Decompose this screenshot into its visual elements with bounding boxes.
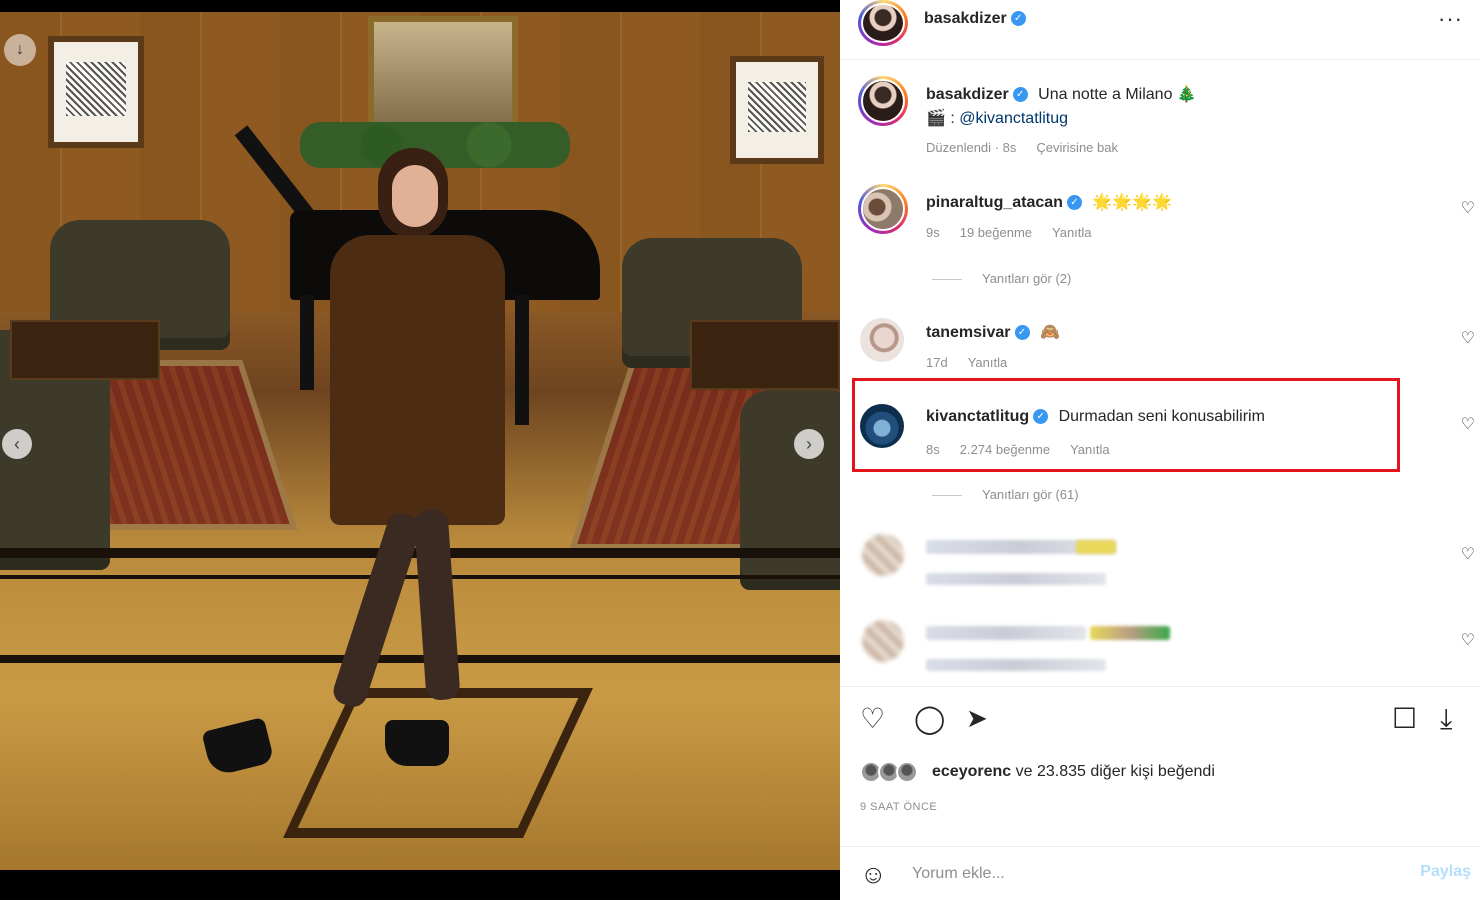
- post-side-panel: basakdizer ✓ ··· basakdizer ✓ Una notte a …: [840, 0, 1481, 900]
- author-avatar[interactable]: [858, 0, 908, 46]
- emoji-icon[interactable]: ☺: [860, 859, 887, 890]
- verified-icon: ✓: [1066, 195, 1082, 211]
- comment-username[interactable]: pinaraltug_atacan: [926, 194, 1063, 211]
- comment-username[interactable]: kivanctatlitug: [926, 408, 1029, 425]
- photo-table-right: [690, 320, 840, 390]
- photo-piano-leg: [515, 295, 529, 425]
- comment-row: tanemsivar ✓ 🙈: [926, 322, 1060, 342]
- comment-like-heart-icon[interactable]: ♡: [1461, 328, 1475, 348]
- reply-button[interactable]: Yanıtla: [1070, 442, 1110, 457]
- next-photo-button[interactable]: ›: [794, 429, 824, 459]
- blurred-meta: [926, 573, 1106, 585]
- post-comment-button[interactable]: Paylaş: [1420, 863, 1471, 881]
- photo-piano-leg: [300, 295, 314, 390]
- reply-button[interactable]: Yanıtla: [1052, 225, 1092, 240]
- avatar: [863, 81, 903, 121]
- caption-username[interactable]: basakdizer: [926, 86, 1009, 103]
- comment-like-heart-icon[interactable]: ♡: [1461, 544, 1475, 564]
- like-heart-icon[interactable]: ♡: [860, 705, 885, 733]
- photo-mirror: [368, 16, 518, 136]
- verified-icon: ✓: [1033, 409, 1049, 425]
- comment-row: pinaraltug_atacan ✓ 🌟🌟🌟🌟: [926, 192, 1172, 212]
- caption-avatar[interactable]: [858, 76, 908, 126]
- comment-meta: 17d Yanıtla: [926, 355, 1027, 370]
- photo-floor-band: [0, 655, 840, 663]
- photo-woman-boot: [201, 716, 275, 778]
- bookmark-icon[interactable]: ☐: [1392, 705, 1417, 733]
- blurred-avatar: [862, 620, 904, 662]
- avatar: [863, 5, 903, 41]
- verified-icon: ✓: [1012, 87, 1028, 103]
- photo-woman-boot: [385, 720, 449, 766]
- comment-avatar[interactable]: [860, 404, 904, 448]
- download-arrow-icon[interactable]: ↓: [4, 34, 36, 66]
- comment-like-heart-icon[interactable]: ♡: [1461, 414, 1475, 434]
- comment-meta: 8s 2.274 beğenme Yanıtla: [926, 442, 1130, 457]
- avatar: [863, 189, 903, 229]
- photo-woman-blazer: [330, 235, 505, 525]
- comment-username[interactable]: tanemsivar: [926, 324, 1011, 341]
- caption-meta: Düzenlendi · 8s Çevirisine bak: [926, 140, 1138, 155]
- photo-woman-face: [392, 165, 438, 227]
- blurred-emoji: [1076, 540, 1116, 554]
- translate-link[interactable]: Çevirisine bak: [1036, 140, 1118, 155]
- comment-avatar[interactable]: [860, 318, 904, 362]
- likes-user[interactable]: eceyorenc: [932, 763, 1011, 780]
- author-name-row: basakdizer ✓: [924, 10, 1026, 28]
- share-send-icon[interactable]: ➤: [966, 705, 988, 731]
- photo-frame-left: [48, 36, 144, 148]
- blurred-avatar: [862, 534, 904, 576]
- comment-row: kivanctatlitug ✓ Durmadan seni konusabili…: [926, 408, 1265, 426]
- caption-text: Una notte a Milano 🎄: [1038, 86, 1197, 103]
- likes-summary[interactable]: eceyorenc ve 23.835 diğer kişi beğendi: [932, 763, 1215, 781]
- post-header: basakdizer ✓ ···: [840, 0, 1481, 60]
- verified-icon: ✓: [1014, 325, 1030, 341]
- comment-text: Durmadan seni konusabilirim: [1058, 408, 1265, 425]
- blurred-comment: [926, 626, 1086, 640]
- photo-frame-right: [730, 56, 824, 164]
- liker-avatar: [896, 761, 918, 783]
- comment-input[interactable]: [912, 861, 1392, 887]
- comment-likes[interactable]: 19 beğenme: [960, 225, 1032, 240]
- download-icon[interactable]: ⤓: [1440, 705, 1452, 733]
- photo-woman-leg: [413, 509, 461, 701]
- add-comment-bar: ☺ Paylaş: [840, 846, 1481, 900]
- verified-icon: ✓: [1010, 11, 1026, 27]
- comment-text: 🙈: [1039, 324, 1060, 341]
- author-username[interactable]: basakdizer: [924, 10, 1007, 27]
- comment-likes[interactable]: 2.274 beğenme: [960, 442, 1050, 457]
- photo-woman-leg: [329, 509, 425, 711]
- comment-time: 9s: [926, 225, 940, 240]
- comment-meta: 9s 19 beğenme Yanıtla: [926, 225, 1112, 240]
- caption-credit[interactable]: 🎬 : @kivanctatlitug: [926, 108, 1068, 128]
- caption-text-row: basakdizer ✓ Una notte a Milano 🎄: [926, 84, 1197, 104]
- previous-photo-button[interactable]: ‹: [2, 429, 32, 459]
- comment-like-heart-icon[interactable]: ♡: [1461, 630, 1475, 650]
- view-replies-button[interactable]: Yanıtları gör (2): [932, 271, 1071, 286]
- caption-edited: Düzenlendi · 8s: [926, 140, 1017, 155]
- comment-time: 8s: [926, 442, 940, 457]
- post-timestamp: 9 SAAT ÖNCE: [860, 801, 938, 813]
- likes-rest: ve 23.835 diğer kişi beğendi: [1011, 763, 1215, 780]
- comment-bubble-icon[interactable]: ◯: [914, 705, 945, 733]
- photo-sofa-right: [740, 390, 840, 590]
- post-actions: ♡ ◯ ➤ ☐ ⤓ eceyorenc ve 23.835 diğer kişi…: [840, 686, 1481, 826]
- comment-text: 🌟🌟🌟🌟: [1092, 194, 1173, 211]
- view-replies-button[interactable]: Yanıtları gör (61): [932, 487, 1079, 502]
- comment-avatar[interactable]: [858, 184, 908, 234]
- blurred-meta: [926, 659, 1106, 671]
- post-photo[interactable]: ↓ ‹ ›: [0, 0, 840, 870]
- photo-table-left: [10, 320, 160, 380]
- comment-time: 17d: [926, 355, 948, 370]
- blurred-emoji: [1090, 626, 1170, 640]
- more-horizontal-icon[interactable]: ···: [1438, 6, 1463, 32]
- reply-button[interactable]: Yanıtla: [968, 355, 1008, 370]
- comment-like-heart-icon[interactable]: ♡: [1461, 198, 1475, 218]
